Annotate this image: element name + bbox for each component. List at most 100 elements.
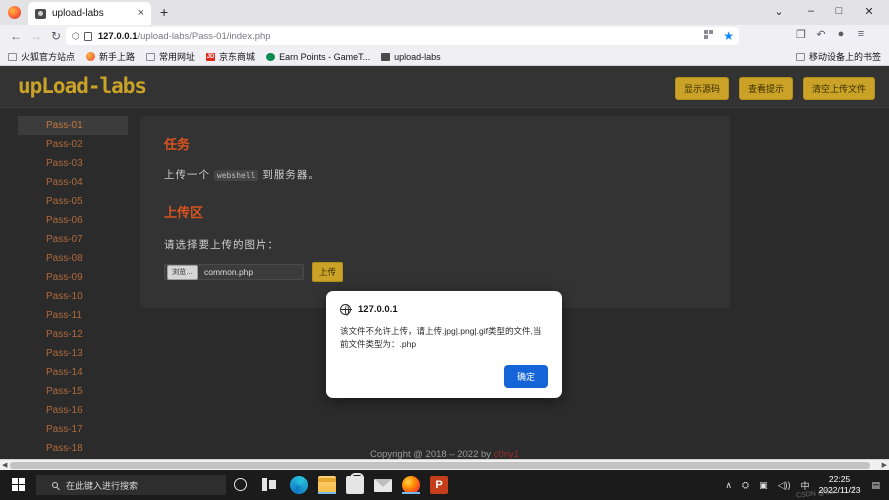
bookmark-item[interactable]: JD 京东商城	[206, 50, 255, 63]
clip-icon[interactable]: ❐	[793, 28, 809, 41]
bookmark-item[interactable]: 常用网址	[146, 50, 195, 63]
file-explorer-icon[interactable]	[318, 476, 336, 494]
alert-dialog: 127.0.0.1 该文件不允许上传，请上传.jpg|.png|.gif类型的文…	[326, 291, 562, 398]
sidebar-item-pass-06[interactable]: Pass-06	[18, 211, 128, 230]
windows-taskbar: 在此键入进行搜索 P ∧ ⛭ ▣ ◁)) 中 22:25 2022/11/23 …	[0, 470, 889, 500]
ime-icon[interactable]: 中	[801, 479, 810, 492]
sidebar-item-pass-12[interactable]: Pass-12	[18, 325, 128, 344]
dialog-ok-button[interactable]: 确定	[504, 365, 548, 388]
forward-icon[interactable]: →	[28, 28, 44, 44]
notifications-icon[interactable]: ▤	[871, 480, 880, 491]
browser-tab[interactable]: upload-labs ×	[28, 2, 151, 25]
qr-icon[interactable]	[704, 30, 713, 39]
clear-uploads-button[interactable]: 清空上传文件	[803, 77, 875, 100]
microsoft-store-icon[interactable]	[346, 476, 364, 494]
menu-icon[interactable]: ≡	[853, 28, 869, 40]
close-window-button[interactable]: ✕	[861, 5, 877, 18]
sidebar-item-pass-04[interactable]: Pass-04	[18, 173, 128, 192]
task-description: 上传一个 webshell 到服务器。	[164, 167, 706, 182]
bookmark-item[interactable]: 火狐官方站点	[8, 50, 75, 63]
sidebar-item-pass-09[interactable]: Pass-09	[18, 268, 128, 287]
firefox-icon	[86, 52, 95, 61]
site-header: upLoad-labs 显示源码 查看提示 清空上传文件	[0, 66, 889, 108]
account-icon[interactable]: ●	[833, 28, 849, 40]
image-icon	[381, 53, 390, 61]
maximize-button[interactable]: □	[831, 5, 847, 17]
mail-icon[interactable]	[374, 479, 392, 492]
bookmark-label: 新手上路	[99, 50, 135, 63]
taskbar-search-input[interactable]: 在此键入进行搜索	[36, 475, 226, 495]
sidebar-item-pass-05[interactable]: Pass-05	[18, 192, 128, 211]
address-bar[interactable]: ⬡ 127.0.0.1 /upload-labs/Pass-01/index.p…	[66, 27, 739, 45]
clock-time: 22:25	[819, 474, 861, 485]
sidebar-item-pass-07[interactable]: Pass-07	[18, 230, 128, 249]
scrollbar-thumb[interactable]	[10, 462, 870, 469]
firefox-icon[interactable]	[402, 476, 420, 494]
page-info-icon[interactable]	[84, 32, 92, 41]
bookmark-item[interactable]: 新手上路	[86, 50, 135, 63]
sidebar-item-pass-08[interactable]: Pass-08	[18, 249, 128, 268]
sidebar-item-pass-03[interactable]: Pass-03	[18, 154, 128, 173]
bookmark-label: 京东商城	[219, 50, 255, 63]
bookmark-label: 火狐官方站点	[21, 50, 75, 63]
bookmark-star-icon[interactable]: ★	[723, 29, 734, 43]
file-input[interactable]: 浏览… common.php	[164, 264, 304, 280]
header-buttons: 显示源码 查看提示 清空上传文件	[675, 77, 875, 100]
sidebar-item-pass-02[interactable]: Pass-02	[18, 135, 128, 154]
blank-page-icon	[146, 53, 155, 61]
powerpoint-icon[interactable]: P	[430, 476, 448, 494]
page-body: Pass-01 Pass-02 Pass-03 Pass-04 Pass-05 …	[0, 108, 889, 470]
upload-form: 浏览… common.php 上传	[164, 262, 706, 282]
selected-file-name: common.php	[204, 267, 253, 277]
task-view-icon[interactable]	[262, 478, 276, 491]
sidebar-item-pass-14[interactable]: Pass-14	[18, 363, 128, 382]
bookmark-item[interactable]: upload-labs	[381, 52, 441, 62]
globe-icon	[340, 304, 351, 315]
browser-chrome: upload-labs × + ⌄ – □ ✕ ← → ↻ ⬡ 127.0.0.…	[0, 0, 889, 66]
browser-navbar: ← → ↻ ⬡ 127.0.0.1 /upload-labs/Pass-01/i…	[0, 25, 889, 47]
task-text-after: 到服务器。	[258, 169, 319, 181]
task-text-before: 上传一个	[164, 169, 214, 181]
sidebar-item-pass-01[interactable]: Pass-01	[18, 116, 128, 135]
close-icon[interactable]: ×	[134, 8, 144, 19]
upload-section-title: 上传区	[164, 202, 706, 221]
history-icon[interactable]: ↶	[813, 28, 829, 41]
sidebar-item-pass-11[interactable]: Pass-11	[18, 306, 128, 325]
network-icon[interactable]: ▣	[759, 480, 768, 491]
new-tab-button[interactable]: +	[160, 5, 168, 19]
sidebar-item-pass-10[interactable]: Pass-10	[18, 287, 128, 306]
view-hint-button[interactable]: 查看提示	[739, 77, 793, 100]
main-panel: 任务 上传一个 webshell 到服务器。 上传区 请选择要上传的图片： 浏览…	[140, 116, 730, 308]
sidebar-item-pass-16[interactable]: Pass-16	[18, 401, 128, 420]
sidebar-item-pass-13[interactable]: Pass-13	[18, 344, 128, 363]
cortana-icon[interactable]	[234, 478, 247, 491]
url-path: /upload-labs/Pass-01/index.php	[137, 31, 270, 42]
edge-icon[interactable]	[290, 476, 308, 494]
volume-icon[interactable]: ◁))	[778, 480, 791, 491]
bookmark-label: Earn Points - GameT...	[279, 52, 370, 62]
scroll-left-icon[interactable]: ◀	[2, 461, 7, 469]
scroll-right-icon[interactable]: ▶	[882, 461, 887, 469]
blank-page-icon	[8, 53, 17, 61]
back-icon[interactable]: ←	[8, 28, 24, 44]
dialog-host: 127.0.0.1	[358, 304, 398, 315]
horizontal-scrollbar[interactable]: ◀ ▶	[0, 459, 889, 470]
sidebar: Pass-01 Pass-02 Pass-03 Pass-04 Pass-05 …	[18, 116, 128, 470]
tab-title: upload-labs	[52, 8, 134, 19]
upload-submit-button[interactable]: 上传	[312, 262, 343, 282]
minimize-button[interactable]: –	[803, 5, 819, 17]
start-icon[interactable]	[12, 478, 25, 491]
security-icon[interactable]: ⛭	[742, 480, 749, 491]
bookmark-item[interactable]: Earn Points - GameT...	[266, 52, 370, 62]
screen: upload-labs × + ⌄ – □ ✕ ← → ↻ ⬡ 127.0.0.…	[0, 0, 889, 500]
webshell-code: webshell	[214, 170, 259, 181]
sidebar-item-pass-15[interactable]: Pass-15	[18, 382, 128, 401]
sidebar-item-pass-17[interactable]: Pass-17	[18, 420, 128, 439]
dialog-footer: 确定	[340, 365, 548, 388]
chevron-down-icon[interactable]: ⌄	[771, 5, 787, 18]
mobile-bookmarks-item[interactable]: 移动设备上的书签	[796, 50, 881, 63]
browse-button[interactable]: 浏览…	[167, 265, 198, 280]
tray-chevron-icon[interactable]: ∧	[725, 480, 732, 491]
show-source-button[interactable]: 显示源码	[675, 77, 729, 100]
reload-icon[interactable]: ↻	[48, 28, 64, 44]
